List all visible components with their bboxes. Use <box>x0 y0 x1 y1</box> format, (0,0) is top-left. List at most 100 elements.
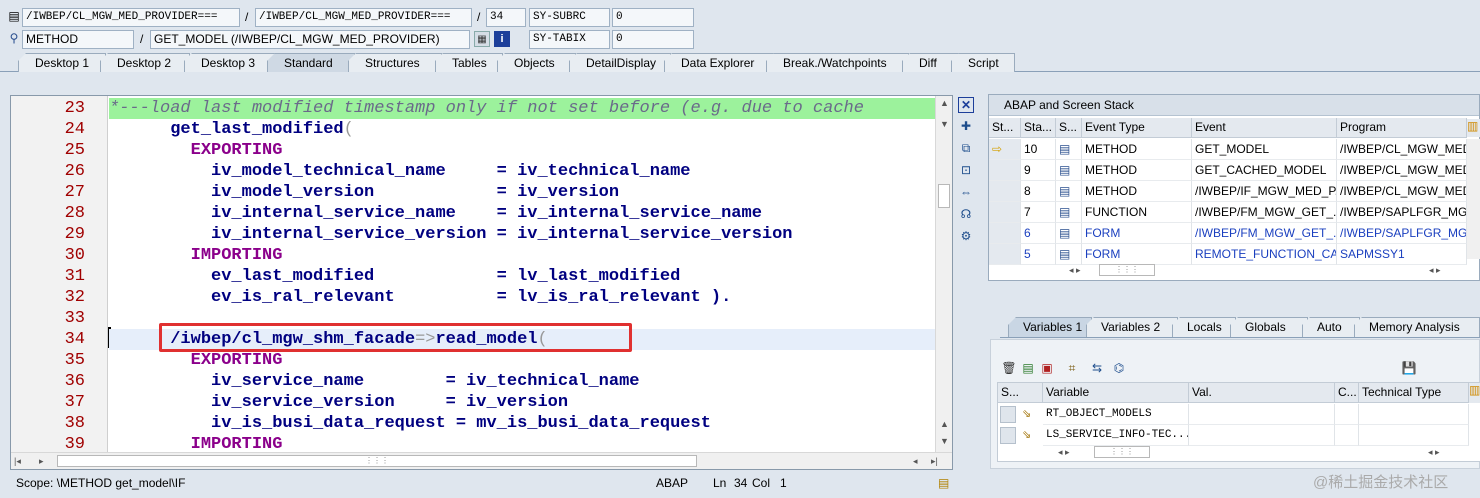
swap-tool-icon[interactable]: ⇔ <box>958 184 974 200</box>
display-source-icon[interactable]: ▦ <box>474 31 490 47</box>
event-name[interactable]: GET_CACHED_MODEL <box>1192 160 1337 181</box>
maximize-icon[interactable]: ⊡ <box>958 162 974 178</box>
editor-vertical-scrollbar[interactable]: ▲ ▼ ▲ ▼ <box>935 96 952 452</box>
code-line[interactable]: iv_internal_service_name = iv_internal_s… <box>109 203 936 224</box>
variable-type[interactable] <box>1359 404 1469 425</box>
main-program-field[interactable]: /IWBEP/CL_MGW_MED_PROVIDER=== <box>22 8 240 27</box>
current-frame-icon[interactable] <box>989 160 1021 181</box>
code-line[interactable]: ev_is_ral_relevant = lv_is_ral_relevant … <box>109 287 936 308</box>
stack-level[interactable]: 6 <box>1021 223 1056 244</box>
event-name-field[interactable]: GET_MODEL (/IWBEP/CL_MGW_MED_PROVIDER) <box>150 30 470 49</box>
tab-desktop-1[interactable]: Desktop 1 <box>18 53 106 72</box>
program-name[interactable]: /IWBEP/CL_MGW_MED_ <box>1337 139 1467 160</box>
stack-level[interactable]: 9 <box>1021 160 1056 181</box>
scroll-down-icon[interactable]: ▼ <box>940 436 949 446</box>
vertical-scroll-thumb[interactable] <box>938 184 950 208</box>
col-header[interactable]: Program <box>1337 118 1467 138</box>
tab-break-watchpoints[interactable]: Break./Watchpoints <box>766 53 909 72</box>
current-frame-icon[interactable] <box>989 181 1021 202</box>
stack-level[interactable]: 8 <box>1021 181 1056 202</box>
code-line[interactable]: get_last_modified( <box>109 119 936 140</box>
settings-icon[interactable]: ⚙ <box>958 228 974 244</box>
variable-change[interactable] <box>1335 404 1359 425</box>
tab-variables-1[interactable]: Variables 1 <box>1008 317 1092 337</box>
scroll-right-icon[interactable]: ◂ ▸ <box>1429 265 1441 276</box>
code-line[interactable]: *---load last modified timestamp only if… <box>109 98 936 119</box>
col-header[interactable]: Sta... <box>1021 118 1056 138</box>
variable-name[interactable]: RT_OBJECT_MODELS <box>1043 404 1189 425</box>
code-line[interactable]: IMPORTING <box>109 245 936 266</box>
code-line[interactable]: iv_service_version = iv_version <box>109 392 936 413</box>
tab-tables[interactable]: Tables <box>435 53 503 72</box>
scroll-up-icon[interactable]: ▲ <box>940 419 949 429</box>
col-header[interactable]: C... <box>1335 383 1359 403</box>
notes-icon[interactable]: ▤ <box>938 472 949 494</box>
program-name[interactable]: /IWBEP/SAPLFGR_MGW <box>1337 202 1467 223</box>
scroll-right-icon[interactable]: ◂ ▸ <box>1428 447 1440 458</box>
tab-standard[interactable]: Standard <box>267 53 355 72</box>
event-name[interactable]: /IWBEP/IF_MGW_MED_P... <box>1192 181 1337 202</box>
event-type-icon[interactable]: ▤ <box>1056 244 1082 265</box>
select-icon[interactable]: ▤ <box>1020 360 1036 376</box>
tab-globals[interactable]: Globals <box>1230 317 1308 337</box>
program-name[interactable]: /IWBEP/CL_MGW_MED_ <box>1337 160 1467 181</box>
tab-variables-2[interactable]: Variables 2 <box>1086 317 1178 337</box>
include-field[interactable]: /IWBEP/CL_MGW_MED_PROVIDER=== <box>255 8 472 27</box>
col-header[interactable]: Val. <box>1189 383 1335 403</box>
event-type[interactable]: FUNCTION <box>1082 202 1192 223</box>
tab-data-explorer[interactable]: Data Explorer <box>664 53 774 72</box>
tab-memory-analysis[interactable]: Memory Analysis <box>1354 317 1480 337</box>
layout-icon[interactable]: ▥ <box>1469 383 1480 403</box>
code-line[interactable]: iv_internal_service_version = iv_interna… <box>109 224 936 245</box>
scroll-down-icon[interactable]: ▼ <box>940 119 949 129</box>
event-type[interactable]: FORM <box>1082 223 1192 244</box>
variable-type[interactable] <box>1359 425 1469 446</box>
services-icon[interactable]: ☊ <box>958 206 974 222</box>
event-type[interactable]: METHOD <box>1082 181 1192 202</box>
program-name[interactable]: SAPMSSY1 <box>1337 244 1467 265</box>
event-type[interactable]: METHOD <box>1082 139 1192 160</box>
current-frame-icon[interactable] <box>989 223 1021 244</box>
row-selector[interactable] <box>1000 406 1016 423</box>
deselect-icon[interactable]: ▣ <box>1039 360 1055 376</box>
event-type-field[interactable]: METHOD <box>22 30 134 49</box>
code-line[interactable]: iv_model_technical_name = iv_technical_n… <box>109 161 936 182</box>
stack-horizontal-scroll-thumb[interactable]: ⋮⋮⋮ <box>1099 264 1155 276</box>
line-number-field[interactable]: 34 <box>486 8 526 27</box>
stack-level[interactable]: 7 <box>1021 202 1056 223</box>
event-type-icon[interactable]: ▤ <box>1056 202 1082 223</box>
tab-structures[interactable]: Structures <box>348 53 442 72</box>
tab-locals[interactable]: Locals <box>1172 317 1236 337</box>
code-line[interactable]: ev_last_modified = lv_last_modified <box>109 266 936 287</box>
scroll-right-icon[interactable]: ▸| <box>931 456 938 467</box>
col-header[interactable]: S... <box>998 383 1043 403</box>
row-selector[interactable] <box>1000 427 1016 444</box>
event-name[interactable]: /IWBEP/FM_MGW_GET_... <box>1192 223 1337 244</box>
hierarchy-icon[interactable]: ⌗ <box>1064 360 1080 376</box>
event-type[interactable]: METHOD <box>1082 160 1192 181</box>
reload-icon[interactable]: ⌬ <box>1111 360 1127 376</box>
scroll-left-icon[interactable]: ◂ <box>913 456 918 467</box>
variable-name[interactable]: LS_SERVICE_INFO-TEC... <box>1043 425 1189 446</box>
event-type[interactable]: FORM <box>1082 244 1192 265</box>
tab-script[interactable]: Script <box>951 53 1015 72</box>
variable-value[interactable] <box>1189 404 1335 425</box>
event-name[interactable]: REMOTE_FUNCTION_CA... <box>1192 244 1337 265</box>
tab-objects[interactable]: Objects <box>497 53 576 72</box>
code-line[interactable]: iv_service_name = iv_technical_name <box>109 371 936 392</box>
close-icon[interactable]: ✕ <box>958 97 974 113</box>
current-frame-icon[interactable] <box>989 202 1021 223</box>
event-type-icon[interactable]: ▤ <box>1056 160 1082 181</box>
scroll-left-icon[interactable]: ◂ ▸ <box>1069 265 1081 276</box>
col-header[interactable]: Technical Type <box>1359 383 1469 403</box>
source-code-editor[interactable]: 23 24 25 26 27 28 29 30 31 32 33 34 35 36 37 38 39 *---l… <box>10 95 953 470</box>
tab-diff[interactable]: Diff <box>902 53 959 72</box>
stack-level[interactable]: 5 <box>1021 244 1056 265</box>
scroll-up-icon[interactable]: ▲ <box>940 98 949 108</box>
horizontal-scroll-thumb[interactable]: ⋮⋮⋮ <box>57 455 697 467</box>
new-tool-icon[interactable]: ✚ <box>958 118 974 134</box>
variable-value[interactable] <box>1189 425 1335 446</box>
col-header[interactable]: Variable <box>1043 383 1189 403</box>
event-name[interactable]: /IWBEP/FM_MGW_GET_... <box>1192 202 1337 223</box>
code-line[interactable]: EXPORTING <box>109 350 936 371</box>
